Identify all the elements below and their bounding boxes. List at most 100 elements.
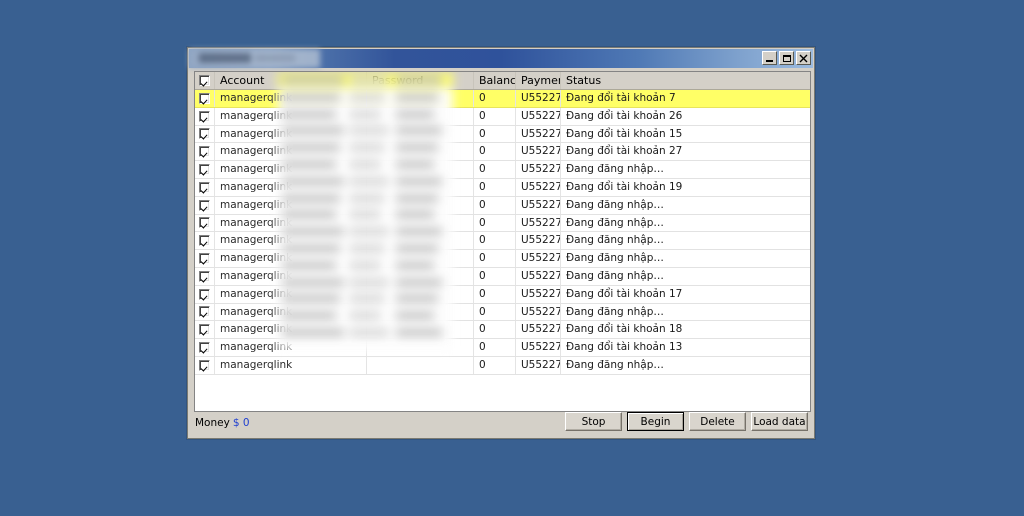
table-row[interactable]: managerqlink 0U5522784 Đang đăng nhập… xyxy=(195,232,810,251)
cell-balance: 0 xyxy=(474,339,516,356)
cell-payment: U5522784 xyxy=(516,143,561,161)
cell-account: managerqlink xyxy=(215,321,367,339)
table-row[interactable]: managerqlink 0U5522784 Đang đăng nhập… xyxy=(195,250,810,268)
money-status: Money $ 0 xyxy=(195,417,250,429)
begin-button[interactable]: Begin xyxy=(627,412,684,431)
cell-account: managerqlink xyxy=(215,232,367,250)
cell-password xyxy=(367,161,474,178)
row-checkbox-cell[interactable] xyxy=(195,321,215,339)
maximize-button[interactable] xyxy=(779,51,794,65)
cell-status: Đang đăng nhập… xyxy=(566,216,664,229)
cell-balance: 0 xyxy=(474,143,516,161)
table-row[interactable]: managerqlink 0U5522784 Đang đổi tài khoản … xyxy=(195,90,810,108)
cell-balance: 0 xyxy=(474,232,516,250)
cell-payment: U5522784 xyxy=(516,178,561,196)
row-checkbox[interactable] xyxy=(199,324,210,336)
row-checkbox[interactable] xyxy=(199,306,210,318)
table-row[interactable]: managerqlink 0U5522784 Đang đăng nhập… xyxy=(195,356,810,375)
row-checkbox-cell[interactable] xyxy=(195,90,215,107)
grid-header-status[interactable]: Status xyxy=(561,72,810,89)
cell-password xyxy=(367,125,474,143)
row-checkbox[interactable] xyxy=(199,128,210,140)
row-checkbox[interactable] xyxy=(199,164,210,176)
cell-payment: U5522784 xyxy=(516,250,561,267)
row-checkbox-cell[interactable] xyxy=(195,250,215,267)
table-row[interactable]: managerqlink 0U5522784 Đang đăng nhập… xyxy=(195,303,810,322)
row-checkbox[interactable] xyxy=(199,181,210,193)
cell-payment: U5522784 xyxy=(516,303,561,321)
row-checkbox[interactable] xyxy=(199,110,210,122)
cell-password xyxy=(367,90,474,107)
table-row[interactable]: managerqlink 0U5522784 Đang đổi tài khoản … xyxy=(195,107,810,126)
cell-password xyxy=(367,267,474,285)
stop-button[interactable]: Stop xyxy=(565,412,622,431)
select-all-checkbox[interactable] xyxy=(199,75,210,86)
table-row[interactable]: managerqlink 0U5522784 Đang đăng nhập… xyxy=(195,214,810,233)
row-checkbox[interactable] xyxy=(199,146,210,158)
cell-balance: 0 xyxy=(474,107,516,125)
row-checkbox-cell[interactable] xyxy=(195,178,215,196)
table-row[interactable]: managerqlink 0U5522784 Đang đổi tài khoản … xyxy=(195,143,810,162)
grid-header-account[interactable]: Account xyxy=(215,72,367,89)
row-checkbox-cell[interactable] xyxy=(195,107,215,125)
cell-status: Đang đổi tài khoản 18 xyxy=(566,323,683,336)
table-row[interactable]: managerqlink 0U5522784 Đang đổi tài khoản … xyxy=(195,178,810,197)
cell-password xyxy=(367,214,474,232)
cell-account: managerqlink xyxy=(215,143,367,161)
row-checkbox-cell[interactable] xyxy=(195,339,215,356)
table-row[interactable]: managerqlink 0U5522784 Đang đổi tài khoản … xyxy=(195,125,810,144)
table-row[interactable]: managerqlink 0U5522784 Đang đăng nhập… xyxy=(195,196,810,215)
minimize-button[interactable] xyxy=(762,51,777,65)
delete-button[interactable]: Delete xyxy=(689,412,746,431)
cell-balance: 0 xyxy=(474,356,516,374)
cell-account: managerqlink xyxy=(215,339,367,356)
grid-header-select-all[interactable] xyxy=(195,72,215,89)
cell-balance: 0 xyxy=(474,321,516,339)
cell-status: Đang đăng nhập… xyxy=(566,163,664,176)
table-row[interactable]: managerqlink 0U5522784 Đang đăng nhập… xyxy=(195,267,810,286)
maximize-icon xyxy=(780,52,793,64)
row-checkbox[interactable] xyxy=(199,359,210,371)
cell-payment: U5522784 xyxy=(516,356,561,374)
row-checkbox-cell[interactable] xyxy=(195,196,215,214)
grid-header-balance[interactable]: Balance xyxy=(474,72,516,89)
cell-account: managerqlink xyxy=(215,107,367,125)
cell-balance: 0 xyxy=(474,285,516,303)
row-checkbox[interactable] xyxy=(199,235,210,247)
row-checkbox-cell[interactable] xyxy=(195,214,215,232)
cell-password xyxy=(367,232,474,250)
cell-balance: 0 xyxy=(474,267,516,285)
row-checkbox[interactable] xyxy=(199,92,210,104)
table-row[interactable]: managerqlink 0U5522784 Đang đổi tài khoản … xyxy=(195,321,810,340)
money-amount-value: $ 0 xyxy=(232,417,250,429)
table-row[interactable]: managerqlink 0U5522784 Đang đổi tài khoản … xyxy=(195,339,810,357)
row-checkbox-cell[interactable] xyxy=(195,356,215,374)
cell-account: managerqlink xyxy=(215,356,367,374)
cell-balance: 0 xyxy=(474,303,516,321)
row-checkbox[interactable] xyxy=(199,217,210,229)
cell-password xyxy=(367,303,474,321)
row-checkbox[interactable] xyxy=(199,288,210,300)
cell-status: Đang đổi tài khoản 27 xyxy=(566,145,683,158)
row-checkbox-cell[interactable] xyxy=(195,267,215,285)
table-row[interactable]: managerqlink 0U5522784 Đang đăng nhập… xyxy=(195,161,810,179)
grid-header-payment[interactable]: Payment xyxy=(516,72,561,89)
load-data-button[interactable]: Load data xyxy=(751,412,808,431)
grid-header-password[interactable]: Password xyxy=(367,72,474,89)
row-checkbox-cell[interactable] xyxy=(195,232,215,250)
cell-account: managerqlink xyxy=(215,303,367,321)
row-checkbox[interactable] xyxy=(199,270,210,282)
row-checkbox-cell[interactable] xyxy=(195,303,215,321)
cell-payment: U5522784 xyxy=(516,125,561,143)
row-checkbox-cell[interactable] xyxy=(195,161,215,178)
row-checkbox-cell[interactable] xyxy=(195,125,215,143)
row-checkbox[interactable] xyxy=(199,342,210,354)
row-checkbox[interactable] xyxy=(199,253,210,265)
table-row[interactable]: managerqlink 0U5522784 Đang đổi tài khoản … xyxy=(195,285,810,304)
close-button[interactable] xyxy=(796,51,811,65)
row-checkbox[interactable] xyxy=(199,199,210,211)
row-checkbox-cell[interactable] xyxy=(195,285,215,303)
row-checkbox-cell[interactable] xyxy=(195,143,215,161)
accounts-data-grid[interactable]: Account Password Balance Payment Status … xyxy=(194,71,811,412)
title-bar[interactable] xyxy=(189,49,813,68)
